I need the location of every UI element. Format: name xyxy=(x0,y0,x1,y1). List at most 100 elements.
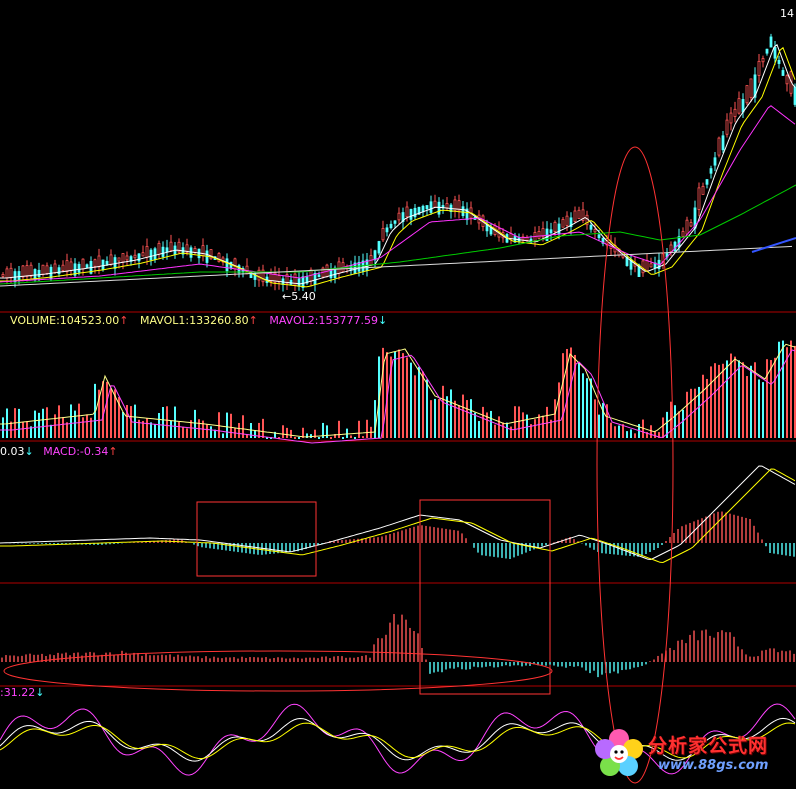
candle-body xyxy=(749,78,753,99)
volume-bar xyxy=(422,371,424,438)
volume-bar xyxy=(206,423,208,438)
candle-body xyxy=(573,210,577,222)
legend-macd-value: MACD:-0.34 xyxy=(43,445,109,458)
chart-canvas xyxy=(0,33,796,784)
candle-body xyxy=(381,228,385,241)
volume-bar xyxy=(710,366,712,438)
volume-bar xyxy=(522,412,524,438)
candle-body xyxy=(761,58,765,63)
candle-body xyxy=(729,112,733,124)
candle-body xyxy=(121,253,125,263)
volume-bar xyxy=(526,414,528,438)
watermark-brand: 分析家公式网 xyxy=(648,735,769,757)
volume-bar xyxy=(506,422,508,438)
volume-bar xyxy=(450,389,452,438)
candle-body xyxy=(425,205,429,210)
volume-bar xyxy=(230,413,232,438)
candle-body xyxy=(745,85,749,104)
volume-bar xyxy=(62,416,64,438)
candle-body xyxy=(737,98,741,114)
candle-body xyxy=(677,236,681,248)
volume-bar xyxy=(594,399,596,438)
candle-body xyxy=(701,185,705,195)
candle-body xyxy=(289,279,293,285)
volume-bar xyxy=(622,424,624,438)
volume-bar xyxy=(178,422,180,438)
volume-bar xyxy=(290,429,292,438)
candle-body xyxy=(433,200,437,208)
volume-bar xyxy=(238,422,240,438)
candle-body xyxy=(17,271,21,281)
volume-bar xyxy=(770,360,772,438)
candle-body xyxy=(145,246,149,258)
candle-body xyxy=(45,265,49,274)
volume-bar xyxy=(362,436,364,439)
volume-bar xyxy=(350,435,352,438)
volume-bar xyxy=(166,406,168,438)
volume-bar xyxy=(346,428,348,438)
candle-body xyxy=(549,229,553,234)
volume-bar xyxy=(406,357,408,438)
volume-bar xyxy=(766,359,768,438)
candle-body xyxy=(689,222,693,227)
volume-bar xyxy=(774,357,776,438)
candle-body xyxy=(733,108,737,117)
legend-kdj: :31.22↓ xyxy=(0,687,44,699)
volume-bar xyxy=(282,425,284,438)
dif-line xyxy=(0,465,796,561)
volume-bar xyxy=(194,409,196,438)
candle-body xyxy=(373,250,377,261)
volume-bar xyxy=(174,406,176,438)
volume-bar xyxy=(602,402,604,438)
candle-body xyxy=(421,205,425,213)
volume-bar xyxy=(430,400,432,438)
volume-bar xyxy=(490,410,492,438)
legend-dif-value: 0.03 xyxy=(0,445,25,458)
candle-body xyxy=(685,219,689,235)
volume-bar xyxy=(86,414,88,438)
watermark-url: www.88gs.com xyxy=(658,758,769,773)
volume-bar xyxy=(682,409,684,438)
candle-body xyxy=(597,234,601,239)
candle-body xyxy=(669,244,673,253)
highlight-ellipse xyxy=(3,650,553,692)
price-low-value: 5.40 xyxy=(291,290,316,303)
volume-bar xyxy=(78,403,80,438)
candle-body xyxy=(377,241,381,254)
volume-bar xyxy=(82,417,84,438)
candle-body xyxy=(405,206,409,218)
candle-body xyxy=(85,264,89,268)
candle-body xyxy=(165,247,169,253)
volume-bar xyxy=(70,404,72,438)
legend-volume: VOLUME:104523.00↑ MAVOL1:133260.80↑ MAVO… xyxy=(10,315,387,327)
volume-bar xyxy=(722,363,724,438)
candle-body xyxy=(717,137,721,156)
candle-body xyxy=(681,231,685,237)
candle-body xyxy=(69,261,73,271)
candle-body xyxy=(57,267,61,275)
volume-bar xyxy=(462,394,464,438)
candle-body xyxy=(741,99,745,113)
volume-bar xyxy=(466,400,468,438)
volume-bar xyxy=(674,405,676,438)
volume-bar xyxy=(294,437,296,439)
volume-bar xyxy=(22,422,24,438)
candle-body xyxy=(1,273,5,277)
candle-body xyxy=(649,263,653,268)
candle-body xyxy=(157,242,161,255)
candle-body xyxy=(705,179,709,185)
candle-body xyxy=(81,258,85,270)
candle-body xyxy=(9,267,13,279)
volume-bar xyxy=(586,378,588,438)
volume-bar xyxy=(582,373,584,438)
flower-logo-icon xyxy=(595,729,643,776)
arrow-down-icon: ↓ xyxy=(377,314,388,327)
volume-bar xyxy=(318,437,320,439)
volume-bar xyxy=(326,425,328,438)
volume-bar xyxy=(218,412,220,438)
legend-volume-value: VOLUME:104523.00 xyxy=(10,314,120,327)
volume-bar xyxy=(342,437,344,439)
volume-bar xyxy=(146,418,148,438)
candle-body xyxy=(53,263,57,274)
candle-body xyxy=(201,245,205,257)
